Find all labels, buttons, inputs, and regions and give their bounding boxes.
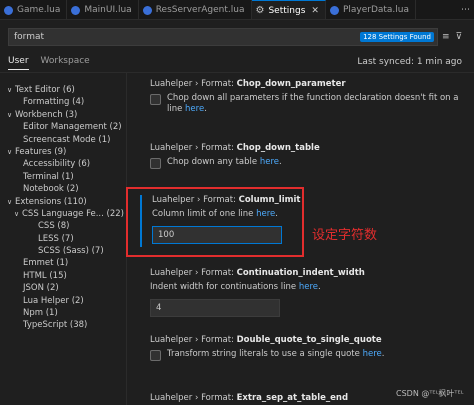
setting-double-quote-to-single-quote: Luahelper › Format: Double_quote_to_sing… <box>140 335 460 361</box>
toc-item-label: SCSS (Sass) (7) <box>38 246 104 257</box>
tab-label: ResServerAgent.lua <box>155 5 245 15</box>
toc-item[interactable]: Accessibility (6) <box>0 158 128 170</box>
tab-label: Settings <box>268 5 306 16</box>
editor-actions: ⋯ <box>461 0 470 19</box>
setting-description: Chop down any table here. <box>167 157 282 167</box>
toc-item[interactable]: CSS (8) <box>0 220 128 232</box>
toc-item[interactable]: ∨ Workbench (3) <box>0 109 128 121</box>
chevron-down-icon[interactable]: ∨ <box>7 146 15 158</box>
toc-item-label: HTML (15) <box>23 270 67 281</box>
toc-item[interactable]: SCSS (Sass) (7) <box>0 245 128 257</box>
watermark: CSDN @ᵀᴱᴸ枫叶ᵀᴱᴸ <box>396 389 464 398</box>
setting-description: Transform string literals to use a singl… <box>167 349 385 359</box>
lua-file-icon <box>142 5 152 15</box>
settings-search-input[interactable] <box>14 32 361 42</box>
close-icon[interactable]: ✕ <box>311 6 319 16</box>
gear-icon: ⚙ <box>255 5 265 16</box>
tab-label: MainUI.lua <box>84 5 132 15</box>
continuation-indent-width-input[interactable] <box>150 299 280 317</box>
chop-down-parameter-checkbox[interactable] <box>150 94 161 105</box>
toc-item[interactable]: LESS (7) <box>0 233 128 245</box>
toc-item[interactable]: ∨ Extensions (110) <box>0 196 128 208</box>
tab-settings[interactable]: ⚙ Settings ✕ <box>251 0 326 19</box>
settings-toc: ∨ Text Editor (6) Formatting (4) ∨ Workbench… <box>0 84 128 332</box>
toc-item-label: Screencast Mode (1) <box>23 134 111 145</box>
chevron-down-icon[interactable]: ∨ <box>14 208 22 220</box>
settings-found-badge: 128 Settings Found <box>360 32 434 42</box>
toc-item-label: Text Editor (6) <box>15 85 75 95</box>
clear-filter-icon[interactable]: ≡ <box>442 32 450 42</box>
tab-resserveragent-lua[interactable]: ResServerAgent.lua <box>139 0 252 19</box>
toc-item-label: Workbench (3) <box>15 109 78 120</box>
toc-item-label: Formatting (4) <box>23 97 85 108</box>
toc-item[interactable]: Editor Management (2) <box>0 121 128 133</box>
toc-item[interactable]: ∨ Text Editor (6) <box>0 84 128 96</box>
toc-item[interactable]: Terminal (1) <box>0 171 128 183</box>
here-link[interactable]: here <box>299 282 318 292</box>
toc-item-label: Accessibility (6) <box>23 159 91 170</box>
setting-title: Luahelper › Format: Chop_down_table <box>150 143 320 153</box>
toc-item-label: Notebook (2) <box>23 184 79 195</box>
toc-item-label: Features (9) <box>15 146 67 157</box>
toc-item[interactable]: Emmet (1) <box>0 257 128 269</box>
search-actions: ≡ ⊽ <box>442 28 462 46</box>
tab-label: Game.lua <box>17 5 61 15</box>
filter-icon[interactable]: ⊽ <box>456 32 463 42</box>
lua-file-icon <box>329 5 339 15</box>
lua-file-icon <box>71 5 81 15</box>
setting-title: Luahelper › Format: Double_quote_to_sing… <box>150 335 382 345</box>
setting-description: Indent width for continuations line here… <box>150 282 321 292</box>
toc-item[interactable]: Npm (1) <box>0 307 128 319</box>
tab-user[interactable]: User <box>8 56 29 70</box>
chop-down-table-checkbox[interactable] <box>150 158 161 169</box>
more-actions-icon[interactable]: ⋯ <box>461 5 470 15</box>
setting-chop-down-parameter: Luahelper › Format: Chop_down_parameter … <box>140 79 460 115</box>
toc-item-label: LESS (7) <box>38 233 74 244</box>
toc-item-label: Extensions (110) <box>15 196 87 207</box>
tab-playerdata-lua[interactable]: PlayerData.lua <box>326 0 417 19</box>
toc-item[interactable]: Formatting (4) <box>0 96 128 108</box>
chevron-down-icon[interactable]: ∨ <box>7 84 15 96</box>
setting-continuation-indent-width: Luahelper › Format: Continuation_indent_… <box>140 268 460 317</box>
toc-item-label: JSON (2) <box>23 283 59 294</box>
chevron-down-icon[interactable]: ∨ <box>7 109 15 121</box>
last-synced-text: Last synced: 1 min ago <box>357 57 462 67</box>
annotation-highlight-box <box>126 187 304 257</box>
settings-scope-tabs: User Workspace <box>8 56 90 70</box>
toc-item[interactable]: ∨ Features (9) <box>0 146 128 158</box>
here-link[interactable]: here <box>260 157 279 167</box>
chevron-down-icon[interactable]: ∨ <box>7 196 15 208</box>
toc-item[interactable]: TypeScript (38) <box>0 319 128 331</box>
tab-label: PlayerData.lua <box>342 5 410 15</box>
double-quote-checkbox[interactable] <box>150 350 161 361</box>
toc-item[interactable]: Notebook (2) <box>0 183 128 195</box>
toc-item-label: Editor Management (2) <box>23 122 122 133</box>
toc-item-label: TypeScript (38) <box>23 320 88 331</box>
toc-item[interactable]: HTML (15) <box>0 270 128 282</box>
toc-item-label: CSS Language Fe... (22) <box>22 208 124 219</box>
toc-item-label: Emmet (1) <box>23 258 69 269</box>
tab-workspace[interactable]: Workspace <box>41 56 90 70</box>
tab-mainui-lua[interactable]: MainUI.lua <box>67 0 139 19</box>
here-link[interactable]: here <box>363 349 382 359</box>
setting-title: Luahelper › Format: Continuation_indent_… <box>150 268 365 278</box>
tab-game-lua[interactable]: Game.lua <box>0 0 68 19</box>
here-link[interactable]: here <box>185 104 204 114</box>
setting-title: Luahelper › Format: Chop_down_parameter <box>150 79 346 89</box>
toc-item-label: Terminal (1) <box>23 171 74 182</box>
annotation-text: 设定字符数 <box>312 228 378 243</box>
toc-item[interactable]: ∨ CSS Language Fe... (22) <box>0 208 128 220</box>
setting-chop-down-table: Luahelper › Format: Chop_down_table Chop… <box>140 143 460 169</box>
toc-item-label: Lua Helper (2) <box>23 295 84 306</box>
setting-description: Chop down all parameters if the function… <box>167 93 459 114</box>
toc-item-label: Npm (1) <box>23 308 58 319</box>
settings-search-box: 128 Settings Found <box>8 28 438 46</box>
toc-item[interactable]: Screencast Mode (1) <box>0 134 128 146</box>
toc-item[interactable]: JSON (2) <box>0 282 128 294</box>
toc-item[interactable]: Lua Helper (2) <box>0 295 128 307</box>
editor-tab-bar: Game.lua MainUI.lua ResServerAgent.lua ⚙… <box>0 0 474 20</box>
toc-item-label: CSS (8) <box>38 221 70 232</box>
lua-file-icon <box>4 5 13 15</box>
